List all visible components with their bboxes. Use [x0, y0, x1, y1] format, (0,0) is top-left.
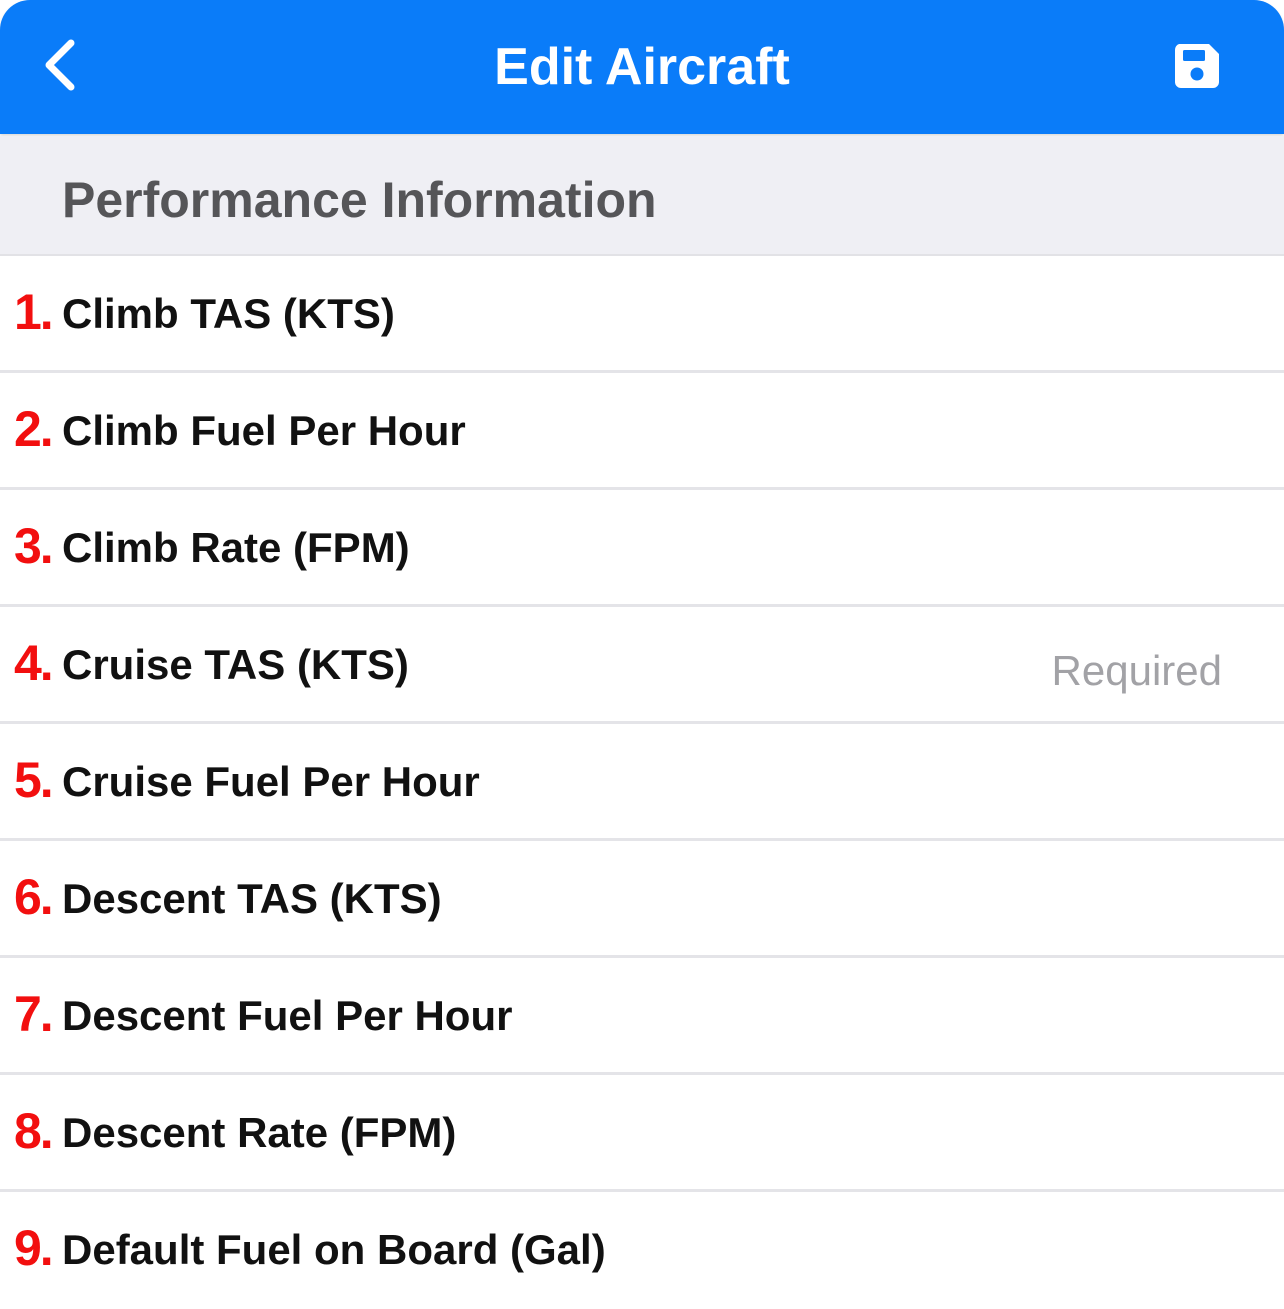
- row-number: 1.: [14, 284, 54, 340]
- row-label: Cruise TAS (KTS): [62, 641, 409, 688]
- section-header: Performance Information: [0, 136, 1284, 256]
- row-number: 3.: [14, 518, 54, 574]
- row-label: Descent Fuel Per Hour: [62, 992, 513, 1039]
- row-number: 2.: [14, 401, 54, 457]
- performance-list: 1. Climb TAS (KTS) 2. Climb Fuel Per Hou…: [0, 256, 1284, 1309]
- row-climb-fuel-per-hour[interactable]: 2. Climb Fuel Per Hour: [0, 373, 1284, 490]
- row-number: 4.: [14, 635, 54, 691]
- row-number: 9.: [14, 1220, 54, 1276]
- page-title: Edit Aircraft: [494, 38, 790, 96]
- row-climb-rate[interactable]: 3. Climb Rate (FPM): [0, 490, 1284, 607]
- section-title: Performance Information: [62, 172, 657, 228]
- required-placeholder[interactable]: Required: [1052, 645, 1222, 697]
- floppy-disk-icon: [1174, 44, 1219, 88]
- save-button[interactable]: [1162, 36, 1232, 96]
- row-default-fuel-on-board[interactable]: 9. Default Fuel on Board (Gal): [0, 1192, 1284, 1309]
- navigation-bar: Edit Aircraft: [0, 0, 1284, 134]
- row-climb-tas[interactable]: 1. Climb TAS (KTS): [0, 256, 1284, 373]
- row-descent-fuel-per-hour[interactable]: 7. Descent Fuel Per Hour: [0, 958, 1284, 1075]
- row-label: Default Fuel on Board (Gal): [62, 1226, 606, 1273]
- row-label: Climb Rate (FPM): [62, 524, 410, 571]
- row-label: Cruise Fuel Per Hour: [62, 758, 480, 805]
- row-cruise-fuel-per-hour[interactable]: 5. Cruise Fuel Per Hour: [0, 724, 1284, 841]
- row-label: Descent Rate (FPM): [62, 1109, 457, 1156]
- row-number: 7.: [14, 986, 54, 1042]
- row-label: Descent TAS (KTS): [62, 875, 442, 922]
- row-number: 6.: [14, 869, 54, 925]
- row-cruise-tas[interactable]: 4. Cruise TAS (KTS) Required: [0, 607, 1284, 724]
- row-label: Climb TAS (KTS): [62, 290, 395, 337]
- row-label: Climb Fuel Per Hour: [62, 407, 466, 454]
- row-descent-tas[interactable]: 6. Descent TAS (KTS): [0, 841, 1284, 958]
- row-number: 8.: [14, 1103, 54, 1159]
- row-number: 5.: [14, 752, 54, 808]
- row-descent-rate[interactable]: 8. Descent Rate (FPM): [0, 1075, 1284, 1192]
